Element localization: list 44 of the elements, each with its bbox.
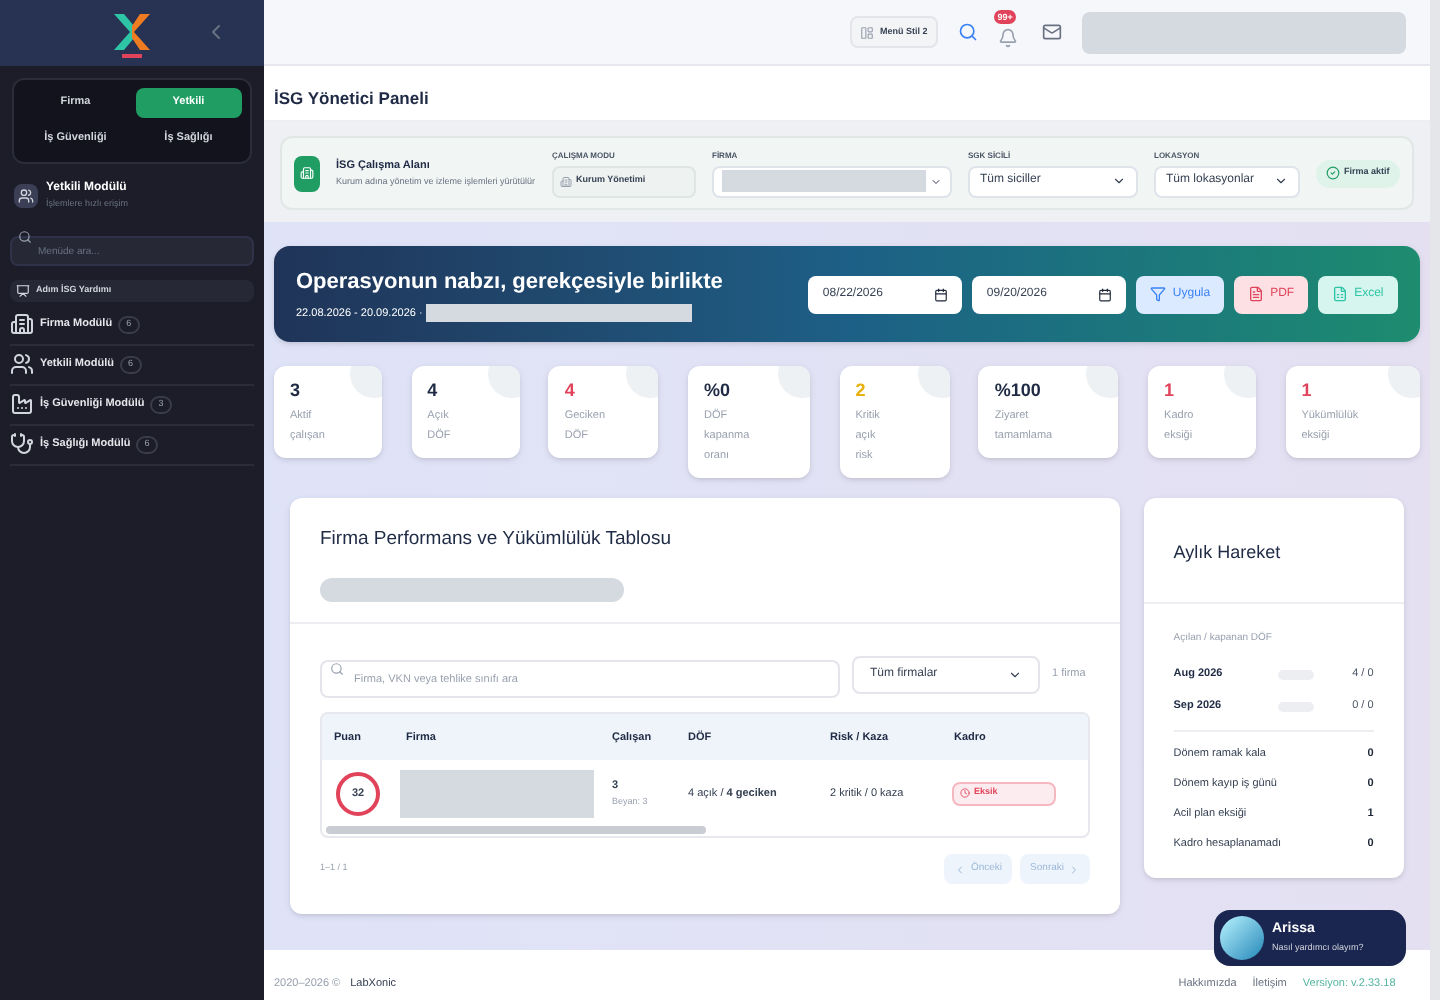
kpi-value: 4 (564, 378, 577, 404)
bell-icon[interactable] (997, 28, 1018, 48)
stethoscope-icon (10, 432, 34, 457)
calendar-icon (934, 287, 949, 301)
kpi-value: 4 (427, 378, 440, 404)
chevron-down-icon (930, 175, 942, 187)
chevron-down-icon (1274, 174, 1288, 188)
kpi-value: 3 (290, 378, 303, 404)
page-title: İSG Yönetici Paneli (274, 86, 429, 112)
search-icon (330, 661, 344, 676)
presentation-icon (16, 283, 30, 298)
search-icon (18, 229, 32, 244)
calendar-icon (1098, 287, 1113, 301)
layout-icon (860, 25, 874, 39)
building-icon (10, 312, 34, 337)
kpi-value: 1 (1301, 378, 1314, 404)
module-icon (14, 183, 38, 208)
building-icon (300, 166, 314, 180)
kpi-value: %0 (704, 378, 733, 404)
users-icon (10, 352, 34, 377)
chevron-down-icon (1112, 174, 1126, 188)
kpi-value: 1 (1164, 378, 1177, 404)
hero-title: Operasyonun nabzı, gerekçesiyle birlikte (296, 267, 725, 298)
card-title: Aylık Hareket (1173, 541, 1281, 561)
chevron-down-icon (1008, 667, 1022, 681)
filter-icon (1150, 286, 1167, 302)
kpi-value: %100 (994, 378, 1043, 404)
chevron-right-icon (1068, 863, 1080, 876)
search-icon[interactable] (957, 22, 978, 42)
check-circle-icon (1326, 166, 1340, 180)
spreadsheet-icon (1332, 286, 1349, 302)
assistant-avatar (1220, 916, 1264, 960)
kpi-value: 2 (855, 378, 868, 404)
mail-icon[interactable] (1041, 22, 1062, 42)
company-select[interactable] (712, 165, 952, 197)
building-icon (560, 175, 572, 187)
document-icon (1248, 286, 1265, 302)
factory-icon (10, 392, 34, 417)
chevron-left-icon (954, 863, 967, 876)
horizontal-scrollbar[interactable] (326, 826, 706, 835)
card-title: Firma Performans ve Yükümlülük Tablosu (320, 525, 673, 553)
scrollbar[interactable] (1429, 0, 1440, 1000)
clock-icon (960, 788, 970, 799)
profile-placeholder[interactable] (1081, 11, 1406, 53)
